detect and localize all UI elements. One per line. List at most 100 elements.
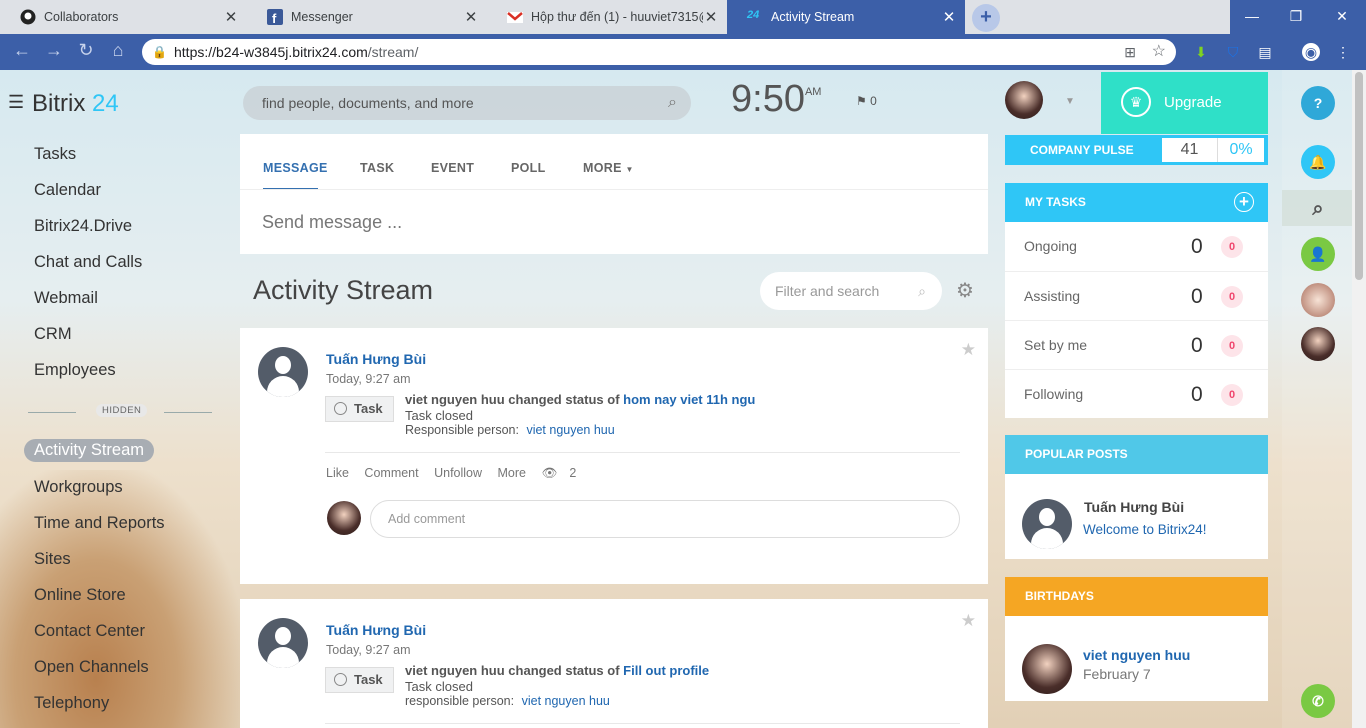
sidebar-item-employees[interactable]: Employees bbox=[34, 361, 116, 380]
sidebar-item-calendar[interactable]: Calendar bbox=[34, 181, 101, 200]
birthday-avatar[interactable] bbox=[1022, 644, 1072, 694]
sidebar-item-webmail[interactable]: Webmail bbox=[34, 289, 98, 308]
filter-search-input[interactable]: Filter and search ⌕ bbox=[760, 272, 942, 310]
tab-more[interactable]: MORE ▼ bbox=[583, 161, 634, 175]
tab-poll[interactable]: POLL bbox=[511, 161, 546, 175]
birthday-name[interactable]: viet nguyen huu bbox=[1083, 647, 1190, 663]
sidebar-item-contact-center[interactable]: Contact Center bbox=[34, 622, 145, 641]
forward-icon[interactable]: → bbox=[42, 40, 66, 61]
like-button[interactable]: Like bbox=[326, 466, 349, 480]
message-input[interactable]: Send message ... bbox=[262, 212, 402, 233]
profile-icon[interactable]: ◉ bbox=[1302, 43, 1320, 61]
views-counter[interactable]: 👁 2 bbox=[541, 466, 588, 480]
user-avatar[interactable] bbox=[1005, 81, 1043, 119]
tab-event[interactable]: EVENT bbox=[431, 161, 474, 175]
browser-tab-messenger[interactable]: f Messenger ✕ bbox=[247, 0, 487, 34]
chevron-down-icon[interactable]: ▼ bbox=[1065, 96, 1075, 107]
tab-message[interactable]: MESSAGE bbox=[263, 161, 328, 175]
sidebar-item-tasks[interactable]: Tasks bbox=[34, 145, 76, 164]
download-extension-icon[interactable]: ⬇ bbox=[1192, 43, 1210, 61]
task-row-following[interactable]: Following 0 0 bbox=[1005, 369, 1268, 418]
post-time[interactable]: Today, 9:27 am bbox=[326, 372, 411, 386]
sidebar-item-online-store[interactable]: Online Store bbox=[34, 586, 126, 605]
user-avatar[interactable] bbox=[1301, 327, 1335, 361]
responsible-link[interactable]: viet nguyen huu bbox=[522, 694, 610, 708]
logo[interactable]: ☰ Bitrix 24 bbox=[8, 90, 119, 118]
hamburger-icon[interactable]: ☰ bbox=[8, 92, 24, 113]
home-icon[interactable]: ⌂ bbox=[106, 40, 130, 61]
post-author[interactable]: Tuấn Hưng Bùi bbox=[326, 622, 426, 638]
search-input[interactable]: find people, documents, and more ⌕ bbox=[243, 86, 691, 120]
author-avatar[interactable] bbox=[1022, 499, 1072, 549]
scrollbar[interactable] bbox=[1352, 70, 1366, 728]
menu-dots-icon[interactable]: ⋮ bbox=[1334, 43, 1352, 61]
sidebar-item-activity-stream[interactable]: Activity Stream bbox=[24, 439, 155, 462]
gear-icon[interactable]: ⚙ bbox=[956, 278, 974, 303]
browser-tab-collaborators[interactable]: Collaborators ✕ bbox=[0, 0, 247, 34]
maximize-button[interactable]: ❐ bbox=[1274, 0, 1318, 34]
back-icon[interactable]: ← bbox=[10, 40, 34, 61]
author-avatar[interactable] bbox=[258, 618, 308, 668]
upgrade-label: Upgrade bbox=[1164, 94, 1222, 111]
reload-icon[interactable]: ↻ bbox=[74, 40, 98, 61]
bookmark-star-icon[interactable]: ☆ bbox=[1152, 39, 1166, 65]
sidebar-item-crm[interactable]: CRM bbox=[34, 325, 72, 344]
add-task-icon[interactable]: + bbox=[1234, 192, 1254, 212]
star-icon[interactable]: ★ bbox=[961, 340, 976, 360]
close-icon[interactable]: ✕ bbox=[941, 8, 957, 26]
post-author[interactable]: Tuấn Hưng Bùi bbox=[326, 351, 426, 367]
help-icon[interactable]: ? bbox=[1301, 86, 1335, 120]
star-icon[interactable]: ★ bbox=[961, 611, 976, 631]
contact-icon[interactable]: 👤 bbox=[1301, 237, 1335, 271]
company-pulse[interactable]: COMPANY PULSE 41 0% bbox=[1005, 135, 1268, 165]
close-icon[interactable]: ✕ bbox=[463, 8, 479, 26]
minimize-button[interactable]: — bbox=[1230, 0, 1274, 34]
unfollow-button[interactable]: Unfollow bbox=[434, 466, 482, 480]
search-icon[interactable]: ⌕ bbox=[668, 86, 677, 120]
new-tab-button[interactable]: + bbox=[972, 4, 1000, 32]
post-time[interactable]: Today, 9:27 am bbox=[326, 643, 411, 657]
clock[interactable]: 9:50AM bbox=[731, 78, 821, 121]
extension-icon[interactable]: ▤ bbox=[1256, 43, 1274, 61]
task-row-assisting[interactable]: Assisting 0 0 bbox=[1005, 271, 1268, 320]
bell-icon[interactable]: 🔔 bbox=[1301, 145, 1335, 179]
close-window-button[interactable]: ✕ bbox=[1318, 0, 1366, 34]
sidebar-item-time-reports[interactable]: Time and Reports bbox=[34, 514, 165, 533]
comment-button[interactable]: Comment bbox=[364, 466, 418, 480]
browser-tab-gmail[interactable]: Hộp thư đến (1) - huuviet7315@ ✕ bbox=[487, 0, 727, 34]
comment-input[interactable]: Add comment bbox=[370, 500, 960, 538]
more-button[interactable]: More bbox=[498, 466, 526, 480]
responsible-link[interactable]: viet nguyen huu bbox=[526, 423, 614, 437]
sidebar-item-open-channels[interactable]: Open Channels bbox=[34, 658, 149, 677]
flag-counter[interactable]: ⚑ 0 bbox=[856, 94, 877, 108]
action-text: changed status of bbox=[508, 392, 620, 407]
close-icon[interactable]: ✕ bbox=[223, 8, 239, 26]
search-icon[interactable]: ⌕ bbox=[1301, 192, 1335, 226]
phone-icon[interactable]: ✆ bbox=[1301, 684, 1335, 718]
upgrade-button[interactable]: ♛ Upgrade bbox=[1101, 72, 1268, 134]
url-input[interactable]: 🔒 https://b24-w3845j.bitrix24.com/stream… bbox=[142, 39, 1176, 65]
popular-author[interactable]: Tuấn Hưng Bùi bbox=[1084, 499, 1184, 515]
task-row-set-by-me[interactable]: Set by me 0 0 bbox=[1005, 320, 1268, 369]
close-icon[interactable]: ✕ bbox=[703, 8, 719, 26]
task-link[interactable]: hom nay viet 11h ngu bbox=[623, 392, 755, 407]
scrollbar-thumb[interactable] bbox=[1355, 72, 1363, 280]
task-status: Task closed bbox=[405, 408, 473, 423]
popular-post-link[interactable]: Welcome to Bitrix24! bbox=[1083, 522, 1207, 537]
translate-icon[interactable]: ⊞ bbox=[1124, 39, 1136, 65]
hidden-divider[interactable]: HIDDEN bbox=[28, 404, 212, 420]
author-avatar[interactable] bbox=[258, 347, 308, 397]
task-row-ongoing[interactable]: Ongoing 0 0 bbox=[1005, 222, 1268, 271]
sidebar-item-workgroups[interactable]: Workgroups bbox=[34, 478, 123, 497]
browser-tab-activity-stream[interactable]: 24 Activity Stream ✕ bbox=[727, 0, 965, 34]
sidebar-item-telephony[interactable]: Telephony bbox=[34, 694, 109, 713]
group-avatar[interactable] bbox=[1301, 283, 1335, 317]
tab-task[interactable]: TASK bbox=[360, 161, 394, 175]
sidebar-item-chat[interactable]: Chat and Calls bbox=[34, 253, 142, 272]
sidebar-item-sites[interactable]: Sites bbox=[34, 550, 71, 569]
shield-extension-icon[interactable]: ⛉ bbox=[1224, 43, 1242, 61]
sidebar-item-drive[interactable]: Bitrix24.Drive bbox=[34, 217, 132, 236]
github-icon bbox=[20, 9, 36, 25]
task-link[interactable]: Fill out profile bbox=[623, 663, 709, 678]
search-icon[interactable]: ⌕ bbox=[918, 272, 926, 310]
